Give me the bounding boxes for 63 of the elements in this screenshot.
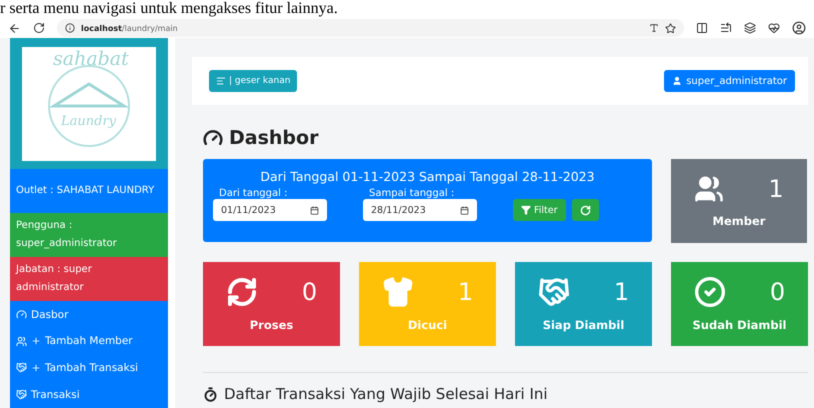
- sidebar-info: Pengguna : super_administrator: [10, 213, 168, 258]
- refresh-icon: [580, 204, 591, 216]
- reload-icon[interactable]: [33, 22, 45, 34]
- gauge-icon: [203, 128, 223, 148]
- menu-icon: [216, 76, 226, 86]
- back-icon[interactable]: [8, 22, 21, 34]
- handshake-icon: [16, 362, 27, 374]
- stopwatch-icon: [203, 386, 218, 402]
- stat-count: 1: [768, 175, 784, 203]
- url-host: localhost: [81, 24, 122, 32]
- field-label: Dari tanggal :: [219, 188, 288, 199]
- sidebar-item[interactable]: Tambah Transaksi: [10, 354, 168, 382]
- favorite-icon[interactable]: [665, 22, 676, 34]
- gauge-icon: [16, 309, 27, 320]
- sidebar-item[interactable]: Transaksi: [10, 381, 168, 408]
- stat-label: Dicuci: [408, 318, 448, 332]
- filter-icon: [521, 205, 531, 215]
- reset-button[interactable]: [572, 199, 599, 221]
- url-path: /laundry/main: [122, 24, 178, 32]
- plus-icon: [31, 362, 41, 373]
- menu-label: Tambah Member: [45, 335, 133, 348]
- shirt-icon: [382, 276, 414, 308]
- stat-label: Sudah Diambil: [692, 318, 786, 332]
- toggle-button[interactable]: | geser kanan: [209, 70, 298, 92]
- check-circle-icon: [694, 276, 726, 308]
- user-icon: [672, 76, 682, 86]
- document-text: r serta menu navigasi untuk mengakses fitur lainnya.: [0, 0, 339, 18]
- user-button[interactable]: super_administrator: [664, 70, 795, 92]
- split-screen-icon[interactable]: [696, 22, 708, 34]
- field-label: Sampai tanggal :: [369, 188, 456, 199]
- date-field[interactable]: 28/11/2023: [363, 199, 477, 221]
- filter-heading: Dari Tanggal 01-11-2023 Sampai Tanggal 28-11-2023: [260, 169, 595, 184]
- stat-label: Member: [712, 214, 766, 228]
- section-title: Daftar Transaksi Yang Wajib Selesai Hari Ini: [224, 385, 548, 403]
- collections-icon[interactable]: [744, 22, 756, 34]
- date-field[interactable]: 01/11/2023: [213, 199, 327, 221]
- stat-count: 0: [302, 278, 318, 306]
- read-aloud-icon[interactable]: [649, 23, 659, 33]
- users-icon: [16, 336, 27, 347]
- address-bar[interactable]: localhost/laundry/main: [57, 19, 684, 37]
- stat-count: 1: [458, 278, 474, 306]
- menu-label: Transaksi: [31, 388, 80, 401]
- stat-count: 1: [614, 278, 630, 306]
- refresh-icon: [226, 276, 258, 308]
- calendar-icon: [460, 206, 469, 214]
- sidebar-item[interactable]: Tambah Member: [10, 328, 168, 355]
- menu-label: Tambah Transaksi: [45, 362, 138, 374]
- handshake-icon: [16, 389, 27, 400]
- plus-icon: [31, 336, 41, 346]
- favorites-list-icon[interactable]: [720, 22, 732, 34]
- stat-label: Siap Diambil: [542, 318, 624, 332]
- sidebar-item[interactable]: Dasbor: [10, 301, 168, 328]
- page-title: Dashbor: [229, 127, 318, 149]
- profile-icon[interactable]: [792, 21, 806, 35]
- stat-count: 0: [770, 278, 786, 306]
- menu-label: Dasbor: [31, 308, 68, 321]
- info-icon: [65, 23, 75, 33]
- filter-button[interactable]: Filter: [513, 199, 566, 221]
- health-icon[interactable]: [768, 22, 780, 34]
- calendar-icon: [310, 206, 319, 214]
- stat-label: Proses: [250, 318, 294, 332]
- sidebar-info: Jabatan : super administrator: [10, 257, 168, 302]
- users-icon: [694, 174, 724, 204]
